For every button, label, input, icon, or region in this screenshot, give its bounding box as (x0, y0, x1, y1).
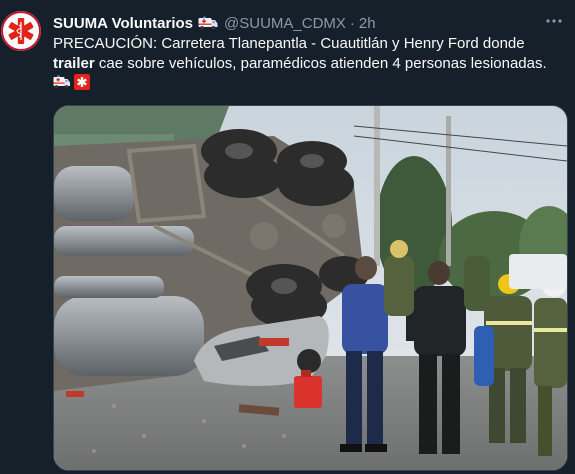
more-horizontal-icon[interactable] (545, 12, 563, 35)
red-cross-emoji (74, 74, 90, 95)
tweet-text-bold: trailer (53, 55, 95, 72)
avatar[interactable] (1, 11, 41, 51)
tweet-media-photo[interactable] (53, 105, 568, 471)
tweet-text: PRECAUCIÓN: Carretera Tlanepantla - Cuau… (53, 34, 568, 74)
tweet[interactable]: SUUMA Voluntarios @SUUMA_CDMX · 2h PRECA… (0, 0, 575, 474)
ambulance-badge-icon (198, 16, 218, 30)
star-of-life-icon (1, 11, 41, 51)
emoji-row (53, 74, 90, 95)
separator: · (349, 14, 355, 32)
tweet-header: SUUMA Voluntarios @SUUMA_CDMX · 2h (53, 13, 376, 33)
display-name[interactable]: SUUMA Voluntarios (53, 15, 193, 32)
tweet-text-part1: PRECAUCIÓN: Carretera Tlanepantla - Cuau… (53, 35, 525, 52)
ambulance-emoji (53, 74, 71, 95)
timestamp[interactable]: 2h (359, 15, 376, 32)
handle[interactable]: @SUUMA_CDMX (224, 15, 346, 32)
accident-scene-photo (54, 106, 567, 470)
tweet-text-part2: cae sobre vehículos, paramédicos atiende… (94, 55, 547, 72)
